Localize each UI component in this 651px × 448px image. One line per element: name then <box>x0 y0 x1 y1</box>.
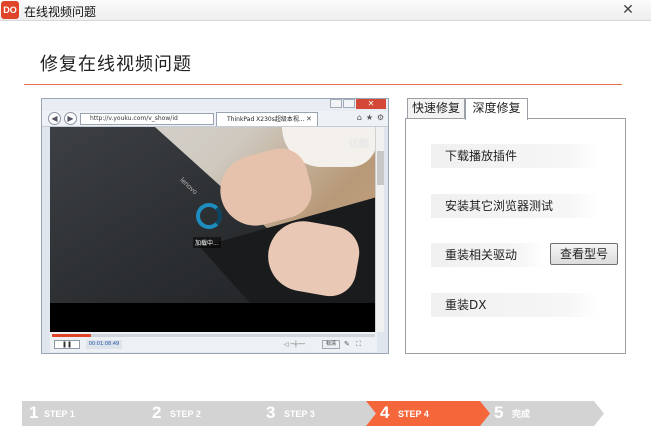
scrollbar-thumb <box>377 151 384 185</box>
repair-options-panel: 下载播放插件 安装其它浏览器测试 重装相关驱动 查看型号 重装DX <box>405 118 626 354</box>
minimize-icon <box>330 99 342 108</box>
tab-quick-repair[interactable]: 快速修复 <box>407 98 465 119</box>
step-number: 5 <box>494 403 504 422</box>
step-5: 5 完成 <box>478 401 604 426</box>
tab-close-icon: ✕ <box>306 115 312 123</box>
step-1: 1 STEP 1 <box>22 401 148 426</box>
gear-icon: ⚙ <box>376 113 384 122</box>
option-download-plugin[interactable]: 下载播放插件 <box>431 144 599 168</box>
page-scrollbar <box>375 127 384 332</box>
page-title: 修复在线视频问题 <box>40 54 192 75</box>
option-install-other-browser[interactable]: 安装其它浏览器测试 <box>431 194 599 218</box>
video-frame: lenovo 优酷 加载中... <box>50 127 377 332</box>
window-close-icon: ✕ <box>356 99 386 109</box>
step-label: STEP 1 <box>44 409 75 419</box>
step-2: 2 STEP 2 <box>136 401 262 426</box>
quality-badge: 标清 <box>322 340 340 349</box>
tab-deep-repair[interactable]: 深度修复 <box>465 98 528 120</box>
browser-nav-bar: ◀ ▶ http://v.youku.com/v_show/id ThinkPa… <box>42 111 388 127</box>
step-4: 4 STEP 4 <box>364 401 490 426</box>
browser-tab: ThinkPad X230s超级本视... <box>216 112 318 126</box>
home-icon: ⌂ <box>356 113 362 122</box>
header-divider <box>24 84 622 85</box>
star-icon: ★ <box>365 113 373 122</box>
title-bar: DO 在线视频问题 ✕ <box>0 0 651 21</box>
step-number: 2 <box>152 403 162 422</box>
step-number: 3 <box>266 403 276 422</box>
option-reinstall-dx[interactable]: 重装DX <box>431 293 599 317</box>
video-progress-bar <box>52 334 375 337</box>
back-icon: ◀ <box>48 112 61 125</box>
video-watermark: 优酷 <box>349 139 369 150</box>
video-time: 00:01:08:49 <box>86 340 122 349</box>
step-progress: 1 STEP 1 2 STEP 2 3 STEP 3 4 STEP 4 5 完成 <box>22 401 642 426</box>
loading-text: 加载中... <box>193 237 221 248</box>
video-letterbox <box>50 303 377 332</box>
step-label: 完成 <box>512 409 531 419</box>
volume-icon: ◁ ─┼── <box>284 341 305 348</box>
step-label: STEP 3 <box>284 409 315 419</box>
step-number: 1 <box>29 403 39 422</box>
step-label: STEP 2 <box>170 409 201 419</box>
app-logo: DO <box>1 1 19 19</box>
check-model-button[interactable]: 查看型号 <box>550 243 618 265</box>
wrench-icon: ✎ <box>344 340 350 348</box>
fullscreen-icon: ⛶ <box>356 340 361 348</box>
step-3: 3 STEP 3 <box>250 401 376 426</box>
player-controls: ❚❚ 00:01:08:49 ◁ ─┼── 标清 ✎ ⛶ <box>50 332 377 352</box>
step-number: 4 <box>380 403 390 422</box>
window-title: 在线视频问题 <box>24 5 97 19</box>
video-progress-fill <box>52 334 91 337</box>
option-reinstall-driver[interactable]: 重装相关驱动 <box>431 243 543 267</box>
forward-icon: ▶ <box>64 112 77 125</box>
step-label: STEP 4 <box>398 409 429 419</box>
pause-icon: ❚❚ <box>54 340 80 349</box>
maximize-icon <box>343 99 355 108</box>
loading-spinner-icon <box>196 203 222 229</box>
close-button[interactable]: ✕ <box>613 0 643 20</box>
address-bar: http://v.youku.com/v_show/id <box>80 113 214 125</box>
browser-screenshot: ✕ ◀ ▶ http://v.youku.com/v_show/id Think… <box>41 98 389 354</box>
